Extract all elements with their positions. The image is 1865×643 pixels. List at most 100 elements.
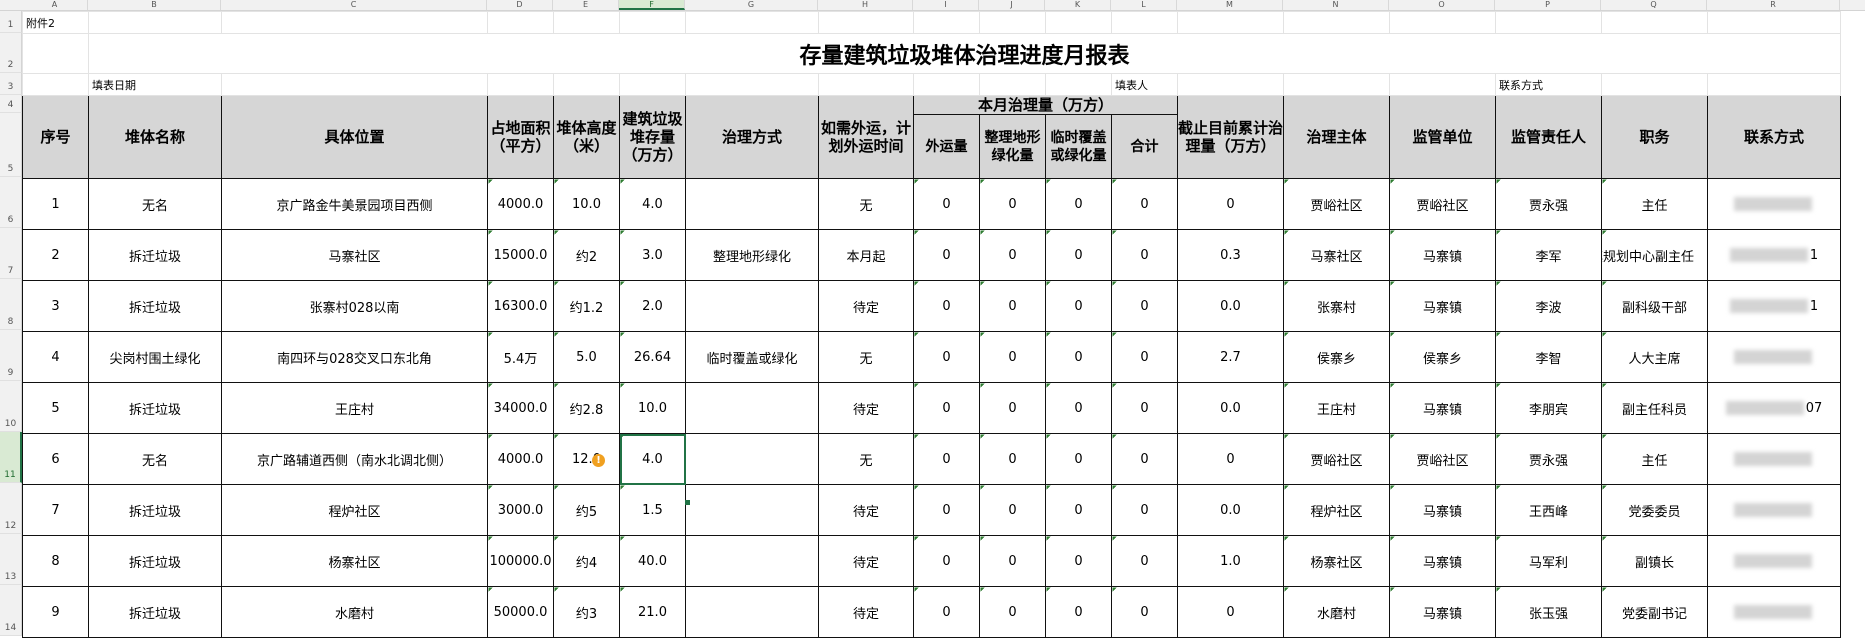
column-header-c[interactable]: C (221, 0, 487, 10)
cell-position[interactable]: 人大主席 (1601, 331, 1708, 383)
header-monthly-group[interactable]: 本月治理量（万方） (913, 95, 1178, 115)
sheet-title[interactable]: 存量建筑垃圾堆体治理进度月报表 (88, 33, 1841, 74)
cell-stock[interactable]: 3.0 (619, 229, 686, 281)
cell-method[interactable] (685, 484, 819, 536)
header-cumulative[interactable]: 截止目前累计治理量（万方） (1177, 95, 1284, 179)
header-seq[interactable]: 序号 (22, 95, 89, 179)
cell-supervisor[interactable]: 马寨镇 (1389, 586, 1496, 638)
cell-height[interactable]: 5.0 (553, 331, 620, 383)
row-header-11[interactable]: 11 (0, 432, 22, 483)
cell-location[interactable]: 马寨社区 (221, 229, 488, 281)
cell-contact[interactable] (1707, 433, 1841, 485)
cell-location[interactable]: 王庄村 (221, 382, 488, 434)
cell-out[interactable]: 0 (913, 535, 980, 587)
cell-position[interactable]: 副科级干部 (1601, 280, 1708, 332)
cell-contact[interactable] (1707, 535, 1841, 587)
cell-supervisor[interactable]: 马寨镇 (1389, 382, 1496, 434)
cell-height[interactable]: 约4 (553, 535, 620, 587)
cell-supervisor[interactable]: 侯寨乡 (1389, 331, 1496, 383)
cell-cover[interactable]: 0 (1045, 433, 1112, 485)
cell-out[interactable]: 0 (913, 229, 980, 281)
fill-handle[interactable] (685, 500, 690, 505)
cell-cum[interactable]: 0.0 (1177, 484, 1284, 536)
cell-position[interactable]: 副镇长 (1601, 535, 1708, 587)
cell-cover[interactable]: 0 (1045, 484, 1112, 536)
row-header-9[interactable]: 9 (0, 330, 22, 381)
row-header-6[interactable]: 6 (0, 177, 22, 228)
cell-method[interactable] (685, 433, 819, 485)
cell-seq[interactable]: 9 (22, 586, 89, 638)
cell-total[interactable]: 0 (1111, 433, 1178, 485)
header-responsible[interactable]: 监管责任人 (1495, 95, 1602, 179)
header-transport-plan[interactable]: 如需外运，计划外运时间 (818, 95, 914, 179)
cell-location[interactable]: 南四环与028交叉口东北角 (221, 331, 488, 383)
cell-total[interactable]: 0 (1111, 280, 1178, 332)
cell-stock[interactable]: 10.0 (619, 382, 686, 434)
cell-subject[interactable]: 贾峪社区 (1283, 433, 1390, 485)
row-header-4[interactable]: 4 (0, 95, 22, 113)
cell-out[interactable]: 0 (913, 382, 980, 434)
cell-position[interactable]: 党委委员 (1601, 484, 1708, 536)
cell-area[interactable]: 50000.0 (487, 586, 554, 638)
cell-cover[interactable]: 0 (1045, 178, 1112, 230)
cell-seq[interactable]: 4 (22, 331, 89, 383)
column-header-n[interactable]: N (1283, 0, 1389, 10)
column-header-j[interactable]: J (979, 0, 1045, 10)
cell-supervisor[interactable]: 贾峪社区 (1389, 178, 1496, 230)
column-header-b[interactable]: B (88, 0, 221, 10)
cell-subject[interactable]: 侯寨乡 (1283, 331, 1390, 383)
cell-name[interactable]: 拆迁垃圾 (88, 382, 222, 434)
cell-name[interactable]: 拆迁垃圾 (88, 586, 222, 638)
cell-plan[interactable]: 待定 (818, 535, 914, 587)
contact-label[interactable]: 联系方式 (1495, 73, 1602, 96)
cell-cover[interactable]: 0 (1045, 535, 1112, 587)
cell-resp[interactable]: 张玉强 (1495, 586, 1602, 638)
cell-subject[interactable]: 程炉社区 (1283, 484, 1390, 536)
cell-out[interactable]: 0 (913, 484, 980, 536)
cell-plan[interactable]: 待定 (818, 484, 914, 536)
column-header-h[interactable]: H (818, 0, 913, 10)
cell-height[interactable]: 约2.8 (553, 382, 620, 434)
cell-height[interactable]: 约5 (553, 484, 620, 536)
cell-position[interactable]: 副主任科员 (1601, 382, 1708, 434)
column-header-a[interactable]: A (22, 0, 88, 10)
cell-out[interactable]: 0 (913, 331, 980, 383)
cell-supervisor[interactable]: 马寨镇 (1389, 535, 1496, 587)
cell-cum[interactable]: 0.0 (1177, 382, 1284, 434)
cell-method[interactable] (685, 535, 819, 587)
cell-contact[interactable]: 1 (1707, 280, 1841, 332)
cell-area[interactable]: 16300.0 (487, 280, 554, 332)
cell-location[interactable]: 张寨村028以南 (221, 280, 488, 332)
cell-terrain[interactable]: 0 (979, 433, 1046, 485)
cell-height[interactable]: 约2 (553, 229, 620, 281)
row-header-12[interactable]: 12 (0, 483, 22, 534)
cell-out[interactable]: 0 (913, 433, 980, 485)
cell-supervisor[interactable]: 马寨镇 (1389, 484, 1496, 536)
cell-contact[interactable] (1707, 331, 1841, 383)
cell-terrain[interactable]: 0 (979, 535, 1046, 587)
column-header-l[interactable]: L (1111, 0, 1177, 10)
cell-resp[interactable]: 王西峰 (1495, 484, 1602, 536)
cell-height[interactable]: 10.0 (553, 178, 620, 230)
header-cover[interactable]: 临时覆盖或绿化量 (1045, 114, 1112, 179)
cell-terrain[interactable]: 0 (979, 484, 1046, 536)
cell-seq[interactable]: 8 (22, 535, 89, 587)
header-stock[interactable]: 建筑垃圾堆存量（万方） (619, 95, 686, 179)
cell-total[interactable]: 0 (1111, 382, 1178, 434)
cell-out[interactable]: 0 (913, 586, 980, 638)
column-header-e[interactable]: E (553, 0, 619, 10)
fill-date-label[interactable]: 填表日期 (88, 73, 222, 96)
row-header-2[interactable]: 2 (0, 33, 22, 73)
cell-name[interactable]: 拆迁垃圾 (88, 484, 222, 536)
cell-supervisor[interactable]: 马寨镇 (1389, 229, 1496, 281)
cell-total[interactable]: 0 (1111, 178, 1178, 230)
cell-stock[interactable]: 4.0 (619, 433, 686, 485)
cell-cum[interactable]: 0 (1177, 586, 1284, 638)
cell-method[interactable] (685, 178, 819, 230)
header-name[interactable]: 堆体名称 (88, 95, 222, 179)
cell-resp[interactable]: 李军 (1495, 229, 1602, 281)
cell-name[interactable]: 无名 (88, 433, 222, 485)
cell-cover[interactable]: 0 (1045, 382, 1112, 434)
spreadsheet-grid[interactable]: 附件2 存量建筑垃圾堆体治理进度月报表 填表日期 填表人 联系方式 序号 堆体名… (22, 11, 1841, 638)
cell-cover[interactable]: 0 (1045, 229, 1112, 281)
